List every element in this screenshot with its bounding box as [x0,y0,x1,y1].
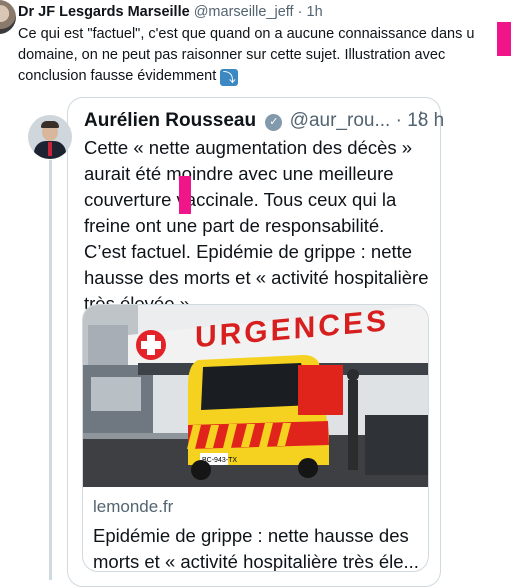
separator-dot: · [297,4,303,20]
quoted-author-avatar[interactable] [28,115,72,159]
link-domain: lemonde.fr [93,497,174,516]
author-avatar[interactable] [0,0,16,34]
author-handle[interactable]: @marseille_jeff [194,4,294,20]
author-name[interactable]: Dr JF Lesgards Marseille [18,4,190,20]
quoted-author-handle[interactable]: @aur_rou... [290,110,391,131]
link-preview-image: URGENCES BC-943-TX [83,305,428,487]
verified-badge-icon: ✓ [265,114,283,131]
more-options-icon[interactable]: ⋮ [413,108,429,128]
tweet-header: Dr JF Lesgards Marseille @marseille_jeff… [18,4,323,20]
quoted-author-name[interactable]: Aurélien Rousseau [84,110,256,131]
separator-dot: · [395,110,402,131]
quoted-tweet-text: Cette « nette augmentation des décès » a… [84,137,429,314]
thread-line [49,160,52,580]
quoted-tweet-header: Aurélien Rousseau ✓ @aur_rou... · 18 h [84,110,444,132]
link-title: Epidémie de grippe : nette hausse des mo… [93,525,419,572]
link-preview-card[interactable]: URGENCES BC-943-TX lemonde.fr Epidémie d… [82,304,429,572]
arrow-down-emoji-icon: ⤵ [220,69,239,86]
highlight-marker [497,22,511,56]
tweet-text: Ce qui est "factuel", c'est que quand on… [18,24,504,87]
tweet-time[interactable]: 1h [307,4,323,20]
highlight-marker [179,176,191,214]
tweet-text-content: Ce qui est "factuel", c'est que quand on… [18,26,475,84]
